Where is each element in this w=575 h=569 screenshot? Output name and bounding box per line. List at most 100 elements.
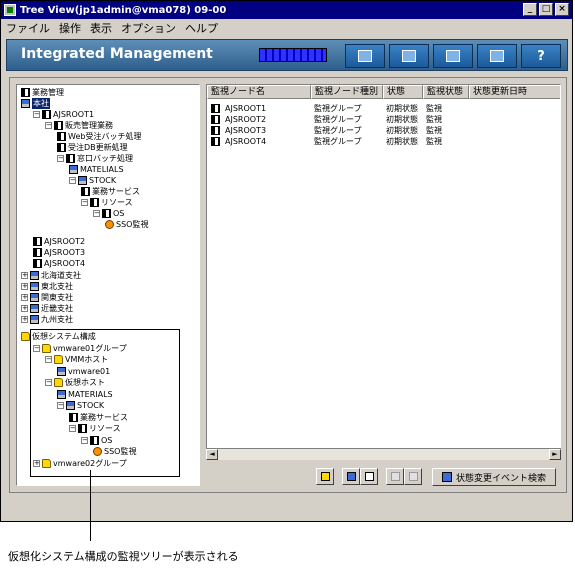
table-cell[interactable]: 監視グループ [314,136,362,147]
collapse-icon[interactable]: − [33,111,40,118]
expand-icon[interactable]: + [21,272,28,279]
close-button[interactable]: × [555,3,569,16]
tree-node[interactable]: 業務サービス [81,186,140,197]
expand-icon[interactable]: + [21,283,28,290]
table-cell[interactable]: AJSROOT4 [225,136,266,147]
menu-operation[interactable]: 操作 [59,20,81,36]
banner: Integrated Management ? [6,39,568,71]
scroll-left-button[interactable]: ◄ [206,449,218,460]
help-button[interactable]: ? [521,44,561,68]
table-cell[interactable]: 監視グループ [314,125,362,136]
column-header[interactable]: 監視ノード種別 [311,85,383,99]
tree-node[interactable]: Web受注バッチ処理 [57,131,141,142]
table-cell[interactable]: 初期状態 [386,114,418,125]
folder-icon [320,472,330,481]
maximize-button[interactable]: □ [539,3,553,16]
tool-button-1[interactable] [316,468,334,485]
list-view-icon [346,472,356,481]
table-cell[interactable]: AJSROOT2 [225,114,266,125]
collapse-icon[interactable]: − [93,210,100,217]
tree-node[interactable]: + 関東支社 [21,292,73,303]
scroll-right-button[interactable]: ► [549,449,561,460]
menu-bar: ファイル 操作 表示 オプション ヘルプ [1,19,572,37]
menu-help[interactable]: ヘルプ [185,20,218,36]
tree-node-label: 受注DB更新処理 [68,143,128,152]
tree-node-label: 販売管理業務 [65,121,113,130]
table-cell[interactable]: 初期状態 [386,103,418,114]
event-search-label: 状態変更イベント検索 [455,473,546,484]
tree-node-label: 近畿支社 [41,304,73,313]
column-header[interactable]: 監視状態 [423,85,469,99]
table-cell[interactable]: 監視 [426,125,442,136]
book-button[interactable] [345,44,385,68]
collapse-icon[interactable]: − [81,199,88,206]
search-event-icon [441,472,452,482]
monitor-button[interactable] [389,44,429,68]
tree-node[interactable]: − 販売管理業務 [45,120,113,131]
tree-node[interactable]: + 北海道支社 [21,270,81,281]
collapse-icon[interactable]: − [57,155,64,162]
node-list[interactable]: 監視ノード名 監視ノード種別 状態 監視状態 状態更新日時 AJSROOT1 監視グループ初… [206,84,561,458]
tool-button-3[interactable] [360,468,378,485]
tree-node-label: Web受注バッチ処理 [68,132,142,141]
menu-options[interactable]: オプション [121,20,176,36]
tree-view-window: Tree View(jp1admin@vma078) 09-00 _ □ × フ… [0,0,573,522]
pc-icon [30,315,39,324]
main-content: 業務管理 本社 − AJSROOT1− 販売管理業務 Web受注バッチ処理 受注DB更新処理… [9,77,567,493]
table-cell[interactable]: 監視グループ [314,103,362,114]
table-cell[interactable]: 監視 [426,103,442,114]
menu-file[interactable]: ファイル [6,20,50,36]
tool-button-5[interactable] [404,468,422,485]
tree-node[interactable]: − リソース [81,197,133,208]
tree-node[interactable]: 業務管理 [21,87,64,98]
table-cell[interactable]: 監視グループ [314,114,362,125]
tree-node[interactable]: SSO監視 [105,219,148,230]
book-icon [211,126,220,135]
menu-view[interactable]: 表示 [90,20,112,36]
table-cell[interactable]: 監視 [426,114,442,125]
tree-node[interactable]: AJSROOT4 [33,258,85,269]
column-header[interactable]: 状態 [383,85,423,99]
tree-node[interactable]: + 九州支社 [21,314,73,325]
tree-node[interactable]: − 窓口バッチ処理 [57,153,133,164]
expand-icon[interactable]: + [21,294,28,301]
table-cell[interactable]: 監視 [426,136,442,147]
column-header[interactable]: 監視ノード名 [207,85,311,99]
book-icon [358,50,372,62]
tree-node[interactable]: MATELIALS [69,164,124,175]
tree-node-label: 業務管理 [32,88,64,97]
collapse-icon[interactable]: − [69,177,76,184]
title-bar: Tree View(jp1admin@vma078) 09-00 _ □ × [1,1,572,19]
tree-node[interactable]: AJSROOT3 [33,247,85,258]
tree-node[interactable]: 受注DB更新処理 [57,142,128,153]
table-cell[interactable]: 初期状態 [386,136,418,147]
book-icon [57,132,66,141]
tree-node-label: リソース [101,198,133,207]
minimize-button[interactable]: _ [523,3,537,16]
tool-button-2[interactable] [342,468,360,485]
system-button[interactable] [433,44,473,68]
collapse-icon[interactable]: − [45,122,52,129]
app-icon [4,4,16,16]
pc-icon [30,271,39,280]
expand-icon[interactable]: + [21,305,28,312]
tree-node[interactable]: + 東北支社 [21,281,73,292]
detail-view-icon [364,472,374,481]
table-cell[interactable]: AJSROOT1 [225,103,266,114]
tree-node[interactable]: AJSROOT2 [33,236,85,247]
tree-node-label: AJSROOT2 [44,237,86,246]
horizontal-scrollbar[interactable]: ◄ ► [206,448,561,460]
tree-node[interactable]: − STOCK [69,175,116,186]
tree-node[interactable]: 本社 [21,98,50,109]
tree-node[interactable]: − AJSROOT1 [33,109,94,120]
tree-node[interactable]: − OS [93,208,124,219]
table-cell[interactable]: 初期状態 [386,125,418,136]
status-change-event-search-button[interactable]: 状態変更イベント検索 [432,468,556,486]
tool-button-4[interactable] [386,468,404,485]
expand-icon[interactable]: + [21,316,28,323]
tree-node[interactable]: + 近畿支社 [21,303,73,314]
table-cell[interactable]: AJSROOT3 [225,125,266,136]
window-button[interactable] [477,44,517,68]
tree-node-label: MATELIALS [80,165,124,174]
column-header[interactable]: 状態更新日時 [469,85,560,99]
